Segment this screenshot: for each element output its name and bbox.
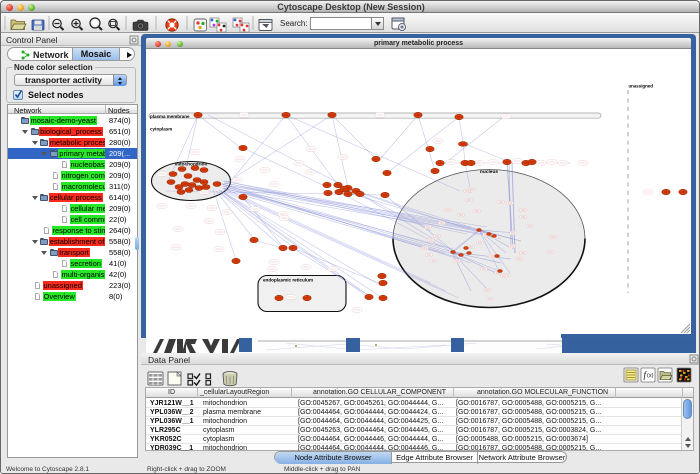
svg-text:unassigned: unassigned <box>629 84 654 89</box>
svg-text:nucleus: nucleus <box>480 169 498 175</box>
svg-text:(x): (x) <box>647 373 654 379</box>
svg-text:endoplasmic reticulum: endoplasmic reticulum <box>263 278 313 283</box>
svg-text:mitochondrion: mitochondrion <box>175 162 208 167</box>
svg-text:cytoplasm: cytoplasm <box>150 127 172 132</box>
svg-text:plasma membrane: plasma membrane <box>150 114 190 119</box>
